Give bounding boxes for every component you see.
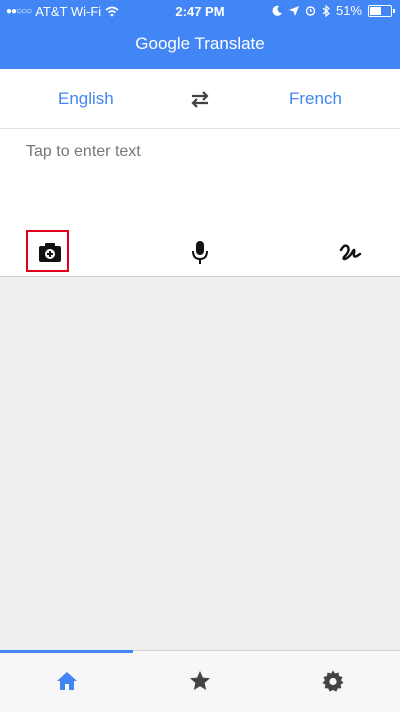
app-header: ●●○○○ AT&T Wi-Fi 2:47 PM 51% Google Tran… xyxy=(0,0,400,69)
text-input-area[interactable]: Tap to enter text xyxy=(0,129,400,277)
bottom-navigation xyxy=(0,650,400,712)
star-icon[interactable] xyxy=(188,669,212,693)
home-icon[interactable] xyxy=(55,669,79,693)
bluetooth-icon xyxy=(322,4,330,17)
battery-percent: 51% xyxy=(335,3,362,18)
alarm-icon xyxy=(305,6,316,16)
app-title: Google Translate xyxy=(135,34,265,53)
microphone-icon[interactable] xyxy=(186,238,214,266)
location-arrow-icon xyxy=(288,5,299,16)
camera-icon[interactable] xyxy=(36,238,64,266)
text-input-placeholder: Tap to enter text xyxy=(26,143,141,160)
source-language-button[interactable]: English xyxy=(58,89,114,109)
active-tab-indicator xyxy=(0,650,133,653)
battery-icon xyxy=(368,4,395,17)
swap-languages-icon[interactable] xyxy=(189,88,211,110)
handwriting-icon[interactable] xyxy=(336,238,364,266)
settings-icon[interactable] xyxy=(321,669,345,693)
moon-icon xyxy=(272,5,282,16)
language-bar: English French xyxy=(0,69,400,129)
target-language-button[interactable]: French xyxy=(289,89,342,109)
status-bar: ●●○○○ AT&T Wi-Fi 2:47 PM 51% xyxy=(0,0,400,22)
